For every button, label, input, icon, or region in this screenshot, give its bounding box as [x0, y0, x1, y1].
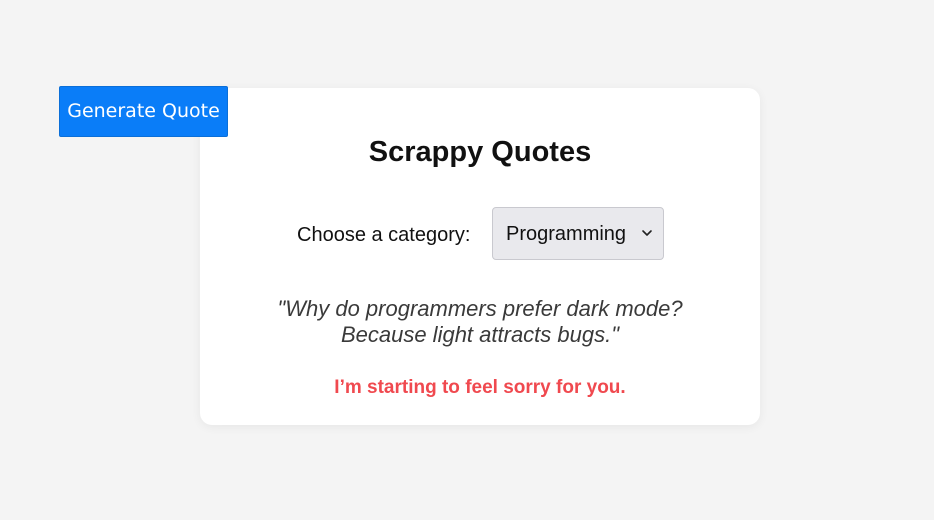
chevron-down-icon: [642, 230, 652, 236]
category-select[interactable]: Programming: [492, 207, 664, 260]
category-label: Choose a category:: [297, 224, 471, 246]
quote-line-2: Because light attracts bugs.": [340, 322, 620, 347]
quote-text: "Why do programmers prefer dark mode? Be…: [200, 296, 760, 348]
page-title: Scrappy Quotes: [368, 136, 592, 168]
category-select-value: Programming: [506, 223, 627, 245]
generate-quote-button[interactable]: Generate Quote: [59, 86, 228, 137]
quote-card: Scrappy Quotes Choose a category: Progra…: [200, 88, 760, 425]
quote-line-1: "Why do programmers prefer dark mode?: [277, 296, 683, 321]
feedback-message: I’m starting to feel sorry for you.: [334, 377, 626, 398]
